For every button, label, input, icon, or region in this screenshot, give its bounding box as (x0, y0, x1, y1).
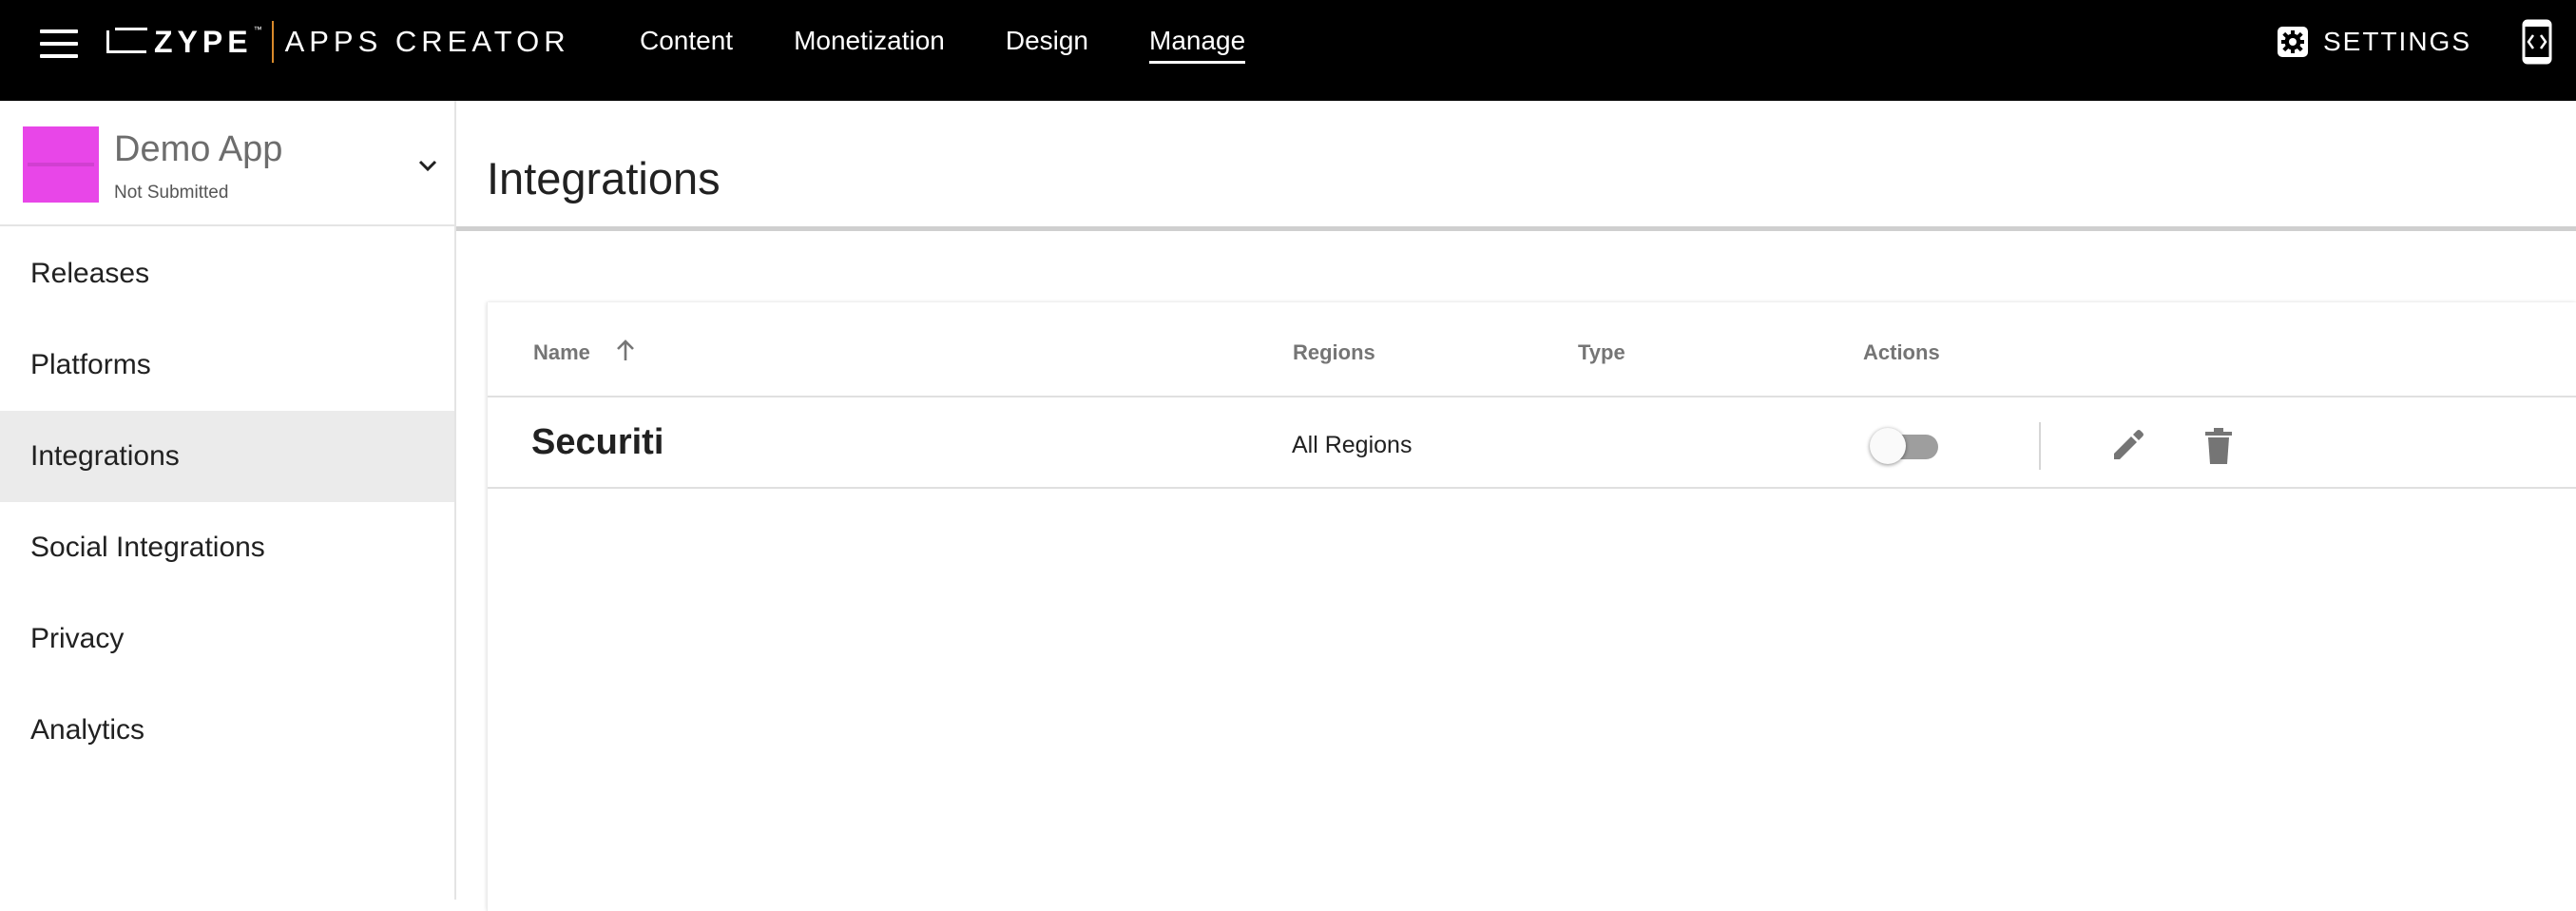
arrow-up-sort-icon[interactable] (613, 339, 638, 363)
integrations-table: Name Regions Type Actions Securiti All R… (487, 302, 2576, 911)
column-header-regions[interactable]: Regions (1293, 340, 1375, 365)
app-status: Not Submitted (114, 183, 229, 203)
toggle-knob (1870, 428, 1906, 464)
nav-manage[interactable]: Manage (1149, 20, 1246, 64)
logo-separator (271, 21, 274, 63)
app-selector[interactable]: Demo App Not Submitted (0, 101, 454, 226)
nav-monetization[interactable]: Monetization (794, 20, 945, 62)
hamburger-menu-icon[interactable] (40, 29, 78, 58)
logo-mark (106, 28, 147, 53)
top-app-bar: ZYPE ™ APPS CREATOR Content Monetization… (0, 0, 2576, 101)
main-content: Integrations Name Regions Type Actions S… (456, 101, 2576, 911)
app-thumbnail (23, 126, 99, 203)
column-header-name[interactable]: Name (533, 340, 590, 365)
logo-product-name: APPS CREATOR (284, 25, 570, 58)
actions-divider (2039, 422, 2041, 470)
logo-trademark: ™ (253, 25, 262, 34)
nav-design[interactable]: Design (1006, 20, 1088, 62)
app-name: Demo App (114, 129, 283, 169)
sidebar-item-privacy[interactable]: Privacy (0, 593, 454, 685)
gear-icon (2278, 27, 2308, 57)
column-header-type[interactable]: Type (1578, 340, 1625, 365)
trash-delete-icon[interactable] (2202, 426, 2235, 466)
nav-content[interactable]: Content (640, 20, 733, 62)
page-title: Integrations (487, 153, 721, 204)
sidebar: Demo App Not Submitted Releases Platform… (0, 101, 456, 900)
column-header-actions: Actions (1863, 340, 1940, 364)
sidebar-item-social-integrations[interactable]: Social Integrations (0, 502, 454, 593)
sidebar-item-releases[interactable]: Releases (0, 228, 454, 320)
main-nav: Content Monetization Design Manage (640, 0, 1306, 82)
sidebar-item-integrations[interactable]: Integrations (0, 411, 454, 502)
enable-toggle[interactable] (1870, 428, 1944, 464)
logo-brand: ZYPE (154, 24, 253, 59)
sidebar-item-platforms[interactable]: Platforms (0, 320, 454, 411)
integration-regions: All Regions (1292, 432, 1413, 458)
sidebar-nav: Releases Platforms Integrations Social I… (0, 228, 454, 776)
chevron-down-icon[interactable] (416, 154, 439, 177)
device-preview-icon[interactable] (2521, 19, 2553, 65)
settings-label: SETTINGS (2323, 27, 2472, 56)
title-divider (456, 226, 2576, 231)
zype-logo[interactable]: ZYPE ™ APPS CREATOR (106, 21, 570, 63)
table-row: Securiti All Regions (488, 399, 2576, 489)
sidebar-item-analytics[interactable]: Analytics (0, 685, 454, 776)
settings-button[interactable]: SETTINGS (2276, 23, 2471, 61)
integration-name: Securiti (531, 422, 664, 462)
table-header: Name Regions Type Actions (488, 302, 2576, 397)
pencil-edit-icon[interactable] (2109, 426, 2147, 464)
